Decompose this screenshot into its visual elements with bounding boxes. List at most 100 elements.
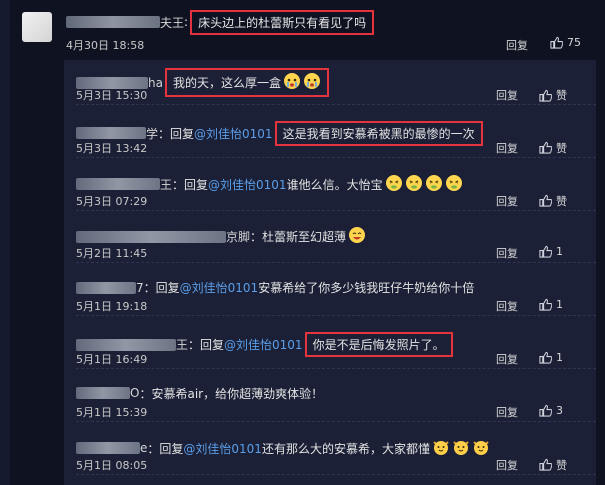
like-button[interactable]: 赞 <box>539 140 567 156</box>
reply-item: 王：回复 @刘佳怡0101 谁他么信。大怡宝 5月3日 07:29 回复赞 <box>76 168 596 211</box>
like-button[interactable]: 3 <box>539 404 563 417</box>
reply-time: 5月3日 13:42 <box>76 141 148 155</box>
like-button[interactable]: 1 <box>539 298 563 311</box>
laughing-face-icon <box>346 226 366 247</box>
username-blurred[interactable] <box>66 16 160 28</box>
mention-link[interactable]: @刘佳怡0101 <box>224 336 303 353</box>
mention-link[interactable]: @刘佳怡0101 <box>183 440 262 457</box>
like-label: 1 <box>556 298 563 312</box>
username-suffix[interactable]: 7 <box>136 281 144 295</box>
reply-text: 我的天，这么厚一盒 <box>164 68 329 97</box>
mention-link[interactable]: @刘佳怡0101 <box>180 279 259 296</box>
reply-line: 王：回复 @刘佳怡0101 谁他么信。大怡宝 <box>76 174 463 195</box>
like-button[interactable]: 赞 <box>539 457 567 473</box>
username-suffix[interactable]: 学 <box>146 125 158 142</box>
reply-text: 杜蕾斯至幻超薄 <box>262 228 346 245</box>
reply-button[interactable]: 回复 <box>496 298 518 314</box>
reply-text-content: 还有那么大的安慕希，大家都懂 <box>261 441 430 456</box>
reply-button[interactable]: 回复 <box>496 140 518 156</box>
username-blurred[interactable] <box>76 178 160 191</box>
reply-text: 这是我看到安慕希被黑的最惨的一次 <box>274 120 483 146</box>
reply-item: e ：回复 @刘佳怡0101 还有那么大的安慕希，大家都懂 5月1日 08:05 回复赞 <box>76 432 596 475</box>
reply-item: 7 ：回复 @刘佳怡0101 安慕希给了你多少钱我旺仔牛奶给你十倍 5月1日 19:18… <box>76 273 596 317</box>
mention-link[interactable]: @刘佳怡0101 <box>208 176 287 193</box>
like-label: 1 <box>556 245 563 259</box>
cat-face-icon <box>450 438 470 459</box>
sick-face-icon <box>423 174 443 195</box>
reply-text: 你是不是后悔发照片了。 <box>304 332 453 357</box>
username-suffix[interactable]: 京脚 <box>226 228 250 245</box>
reply-prefix: ：回复 <box>147 441 184 456</box>
username-blurred[interactable] <box>76 442 140 455</box>
reply-button[interactable]: 回复 <box>496 87 518 103</box>
like-button[interactable]: 赞 <box>539 193 567 209</box>
reply-button[interactable]: 回复 <box>506 37 528 53</box>
username-suffix[interactable]: 王 <box>160 176 172 193</box>
username-blurred[interactable] <box>76 281 136 294</box>
reply-prefix: ：回复 <box>158 126 195 141</box>
separator: : <box>184 15 189 29</box>
reply-button[interactable]: 回复 <box>496 193 518 209</box>
reply-time: 5月1日 16:49 <box>76 353 148 366</box>
reply-item: 王：回复 @刘佳怡0101 你是不是后悔发照片了。 5月1日 16:49 回复 1 <box>76 326 596 369</box>
reply-item: 京脚：杜蕾斯至幻超薄 5月2日 11:45 回复 1 <box>76 220 596 264</box>
like-label: 3 <box>556 403 563 417</box>
username-blurred[interactable] <box>76 230 226 243</box>
reply-text: 安慕希air，给你超薄劲爽体验！ <box>151 385 323 402</box>
reply-prefix: ： <box>250 230 263 245</box>
like-button[interactable]: 1 <box>539 351 563 364</box>
like-label: 赞 <box>556 89 567 102</box>
thumbs-up-icon <box>539 299 552 311</box>
reply-line: 7 ：回复 @刘佳怡0101 安慕希给了你多少钱我旺仔牛奶给你十倍 <box>76 279 474 296</box>
username-suffix[interactable]: e <box>140 441 147 455</box>
comment-text: 床头边上的杜蕾斯只有看见了吗 <box>190 9 375 35</box>
reply-time: 5月3日 15:30 <box>76 89 148 102</box>
reply-time: 5月3日 07:29 <box>76 194 148 208</box>
reply-time: 5月1日 15:39 <box>76 405 148 419</box>
reply-button[interactable]: 回复 <box>496 404 518 420</box>
reply-list: ha 我的天，这么厚一盒 5月3日 15:30 回复赞学：回复 @刘佳怡0101 这是我看… <box>64 60 596 485</box>
avatar[interactable] <box>22 12 52 42</box>
username-suffix[interactable]: 王 <box>176 336 188 353</box>
thumbs-up-icon <box>539 89 552 102</box>
reply-item: 学：回复 @刘佳怡0101 这是我看到安慕希被黑的最惨的一次 5月3日 13:42 回复… <box>76 115 596 158</box>
like-button[interactable]: 赞 <box>539 87 567 103</box>
reply-text-content: 安慕希air，给你超薄劲爽体验！ <box>151 386 324 401</box>
like-label: 赞 <box>556 458 567 472</box>
reply-line: O：安慕希air，给你超薄劲爽体验！ <box>76 385 323 402</box>
reply-text-content: 这是我看到安慕希被黑的最惨的一次 <box>282 126 475 141</box>
username-suffix[interactable]: O <box>130 386 139 400</box>
username-blurred[interactable] <box>76 338 176 351</box>
thumbs-up-icon <box>539 246 552 258</box>
reply-prefix: ：回复 <box>188 338 225 352</box>
reply-text-content: 你是不是后悔发照片了。 <box>312 338 445 352</box>
reply-text-content: 杜蕾斯至幻超薄 <box>262 230 347 245</box>
like-button[interactable]: 1 <box>539 245 563 258</box>
reply-button[interactable]: 回复 <box>496 245 518 261</box>
reply-prefix: ：回复 <box>172 177 209 192</box>
thumbs-up-icon <box>539 194 552 207</box>
reply-text: 安慕希给了你多少钱我旺仔牛奶给你十倍 <box>258 279 474 296</box>
crying-face-icon <box>301 72 321 93</box>
username-blurred[interactable] <box>76 387 130 400</box>
reply-text: 谁他么信。大怡宝 <box>287 176 383 193</box>
reply-button[interactable]: 回复 <box>496 351 518 367</box>
thumbs-up-icon <box>539 458 552 471</box>
username-blurred[interactable] <box>76 127 146 140</box>
like-button[interactable]: 75 <box>550 36 581 49</box>
reply-line: e ：回复 @刘佳怡0101 还有那么大的安慕希，大家都懂 <box>76 438 490 459</box>
reply-prefix: ：回复 <box>143 281 180 296</box>
comment-time: 4月30日 18:58 <box>66 39 145 52</box>
mention-link[interactable]: @刘佳怡0101 <box>194 125 273 142</box>
reply-prefix: ： <box>139 386 152 401</box>
reply-line: 京脚：杜蕾斯至幻超薄 <box>76 226 366 247</box>
username-suffix[interactable]: ha <box>148 76 163 90</box>
reply-button[interactable]: 回复 <box>496 457 518 473</box>
like-label: 赞 <box>556 194 567 208</box>
thumbs-up-icon <box>539 142 552 154</box>
like-label: 赞 <box>556 141 567 155</box>
sick-face-icon <box>443 174 463 195</box>
username-suffix[interactable]: 夫王 <box>160 14 184 31</box>
reply-text: 还有那么大的安慕希，大家都懂 <box>262 440 430 457</box>
reply-time: 5月1日 19:18 <box>76 300 148 314</box>
